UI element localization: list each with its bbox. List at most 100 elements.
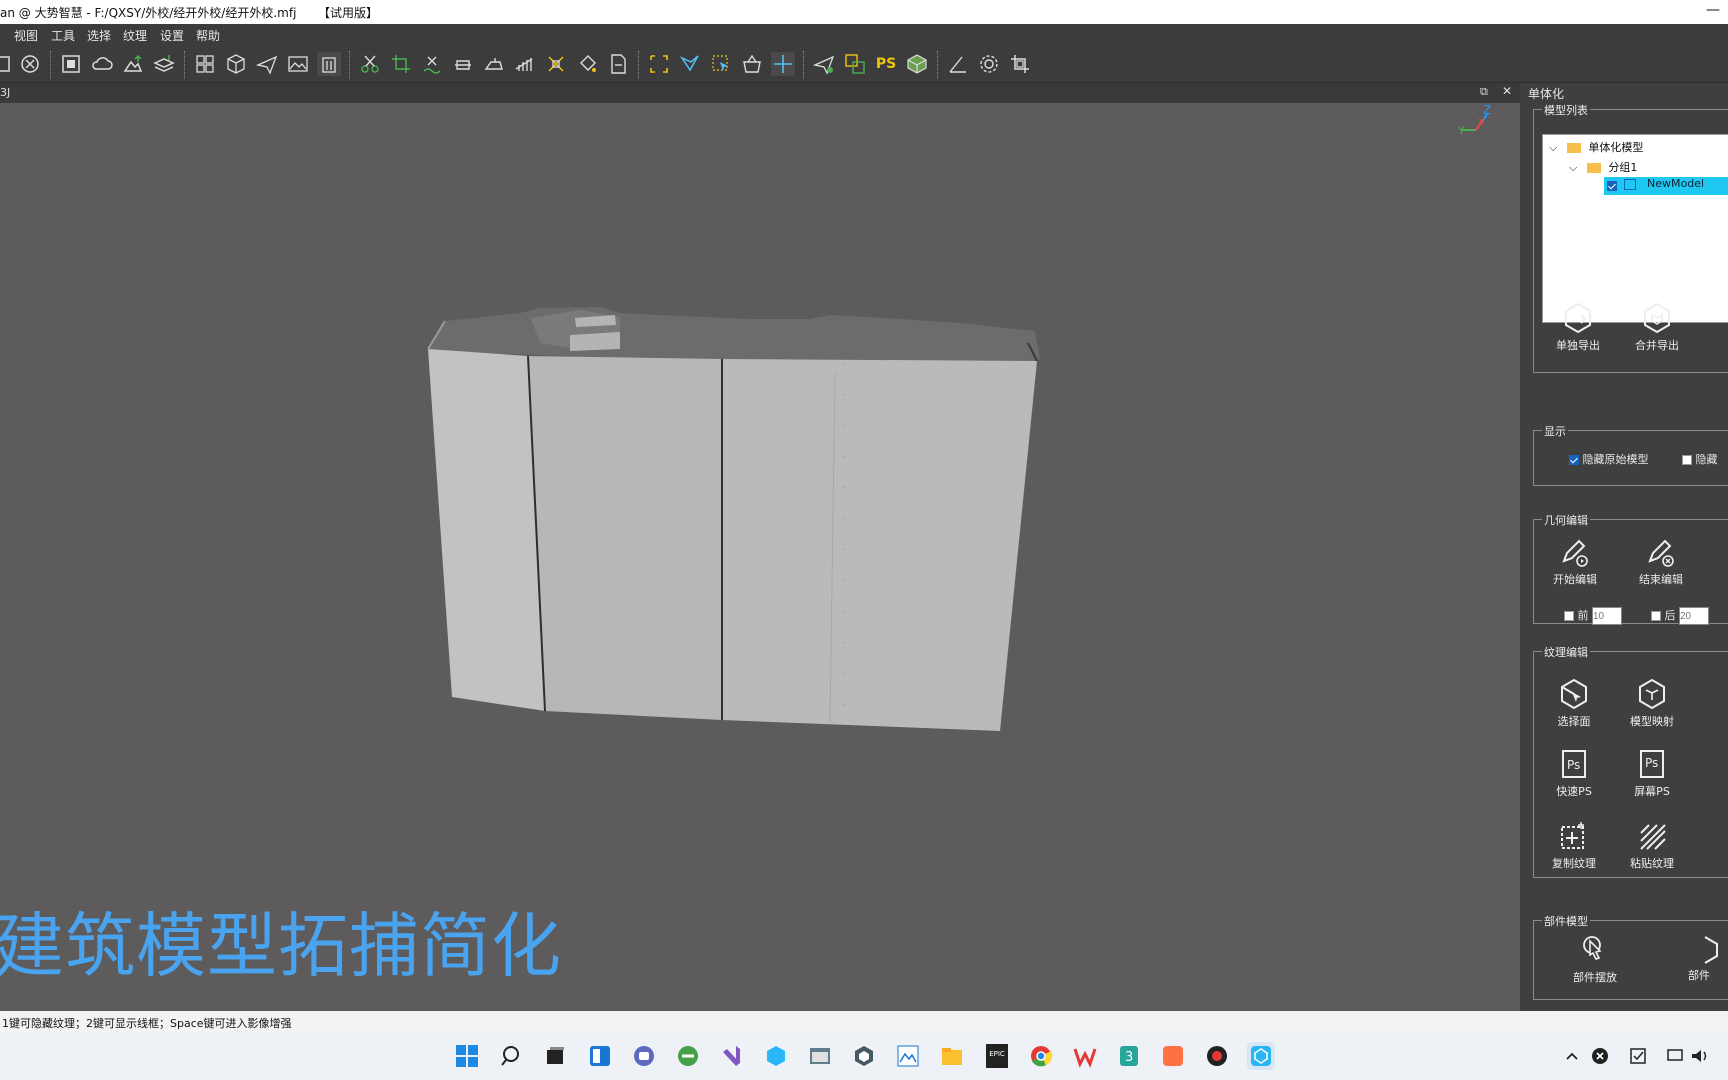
- model-checkbox[interactable]: [1607, 180, 1617, 191]
- chevron-down-icon[interactable]: ⌵: [1549, 141, 1557, 154]
- active-app-icon[interactable]: [1247, 1042, 1275, 1070]
- chevron-down-icon[interactable]: ⌵: [1569, 161, 1577, 174]
- bridge-icon[interactable]: [513, 52, 537, 76]
- select-poly-icon[interactable]: [678, 52, 702, 76]
- parts-other-button[interactable]: 部件: [1688, 933, 1728, 983]
- start-icon[interactable]: [453, 1042, 481, 1070]
- volume-icon[interactable]: [1686, 1042, 1714, 1070]
- status-text: 1键可隐藏纹理；2键可显示线框；Space键可进入影像增强: [2, 1017, 292, 1030]
- wave-cut-icon[interactable]: [420, 52, 444, 76]
- viewport-tab[interactable]: 3J: [0, 86, 10, 99]
- export-doc-icon[interactable]: [606, 52, 630, 76]
- app-chart-icon[interactable]: [894, 1042, 922, 1070]
- 3d-viewport[interactable]: Z Y X: [0, 103, 1520, 1011]
- move-axis-icon[interactable]: [771, 52, 795, 76]
- chat-icon[interactable]: [630, 1042, 658, 1070]
- restore-icon[interactable]: ⧉: [1480, 85, 1488, 99]
- menu-tools[interactable]: 工具: [51, 27, 75, 44]
- tray-chevron-icon[interactable]: [1558, 1042, 1586, 1070]
- tree-root[interactable]: ⌵ 单体化模型: [1549, 139, 1643, 155]
- app-3-icon[interactable]: 3: [1115, 1042, 1143, 1070]
- explorer-icon[interactable]: [938, 1042, 966, 1070]
- layers-icon[interactable]: [152, 52, 176, 76]
- parts-place-button[interactable]: 部件摆放: [1562, 933, 1628, 985]
- menu-settings[interactable]: 设置: [160, 27, 184, 44]
- paste-texture-button[interactable]: 粘贴纹理: [1619, 819, 1685, 871]
- front-option[interactable]: 前: [1564, 607, 1622, 625]
- app-hex-icon[interactable]: [850, 1042, 878, 1070]
- cut-face-icon[interactable]: [544, 52, 568, 76]
- frame-crop-icon[interactable]: [1008, 52, 1032, 76]
- minimize-button[interactable]: —: [1706, 2, 1720, 18]
- tree-group[interactable]: ⌵ 分组1: [1569, 159, 1637, 175]
- menu-view[interactable]: 视图: [14, 27, 38, 44]
- back-input[interactable]: [1679, 607, 1709, 625]
- plane-icon[interactable]: [255, 52, 279, 76]
- close-project-icon[interactable]: [18, 52, 42, 76]
- hide-other-checkbox[interactable]: 隐藏: [1682, 451, 1718, 467]
- svg-text:Ps: Ps: [1645, 756, 1658, 770]
- menu-help[interactable]: 帮助: [196, 27, 220, 44]
- model-tree[interactable]: ⌵ 单体化模型 ⌵ 分组1 NewModel: [1542, 134, 1728, 323]
- start-edit-button[interactable]: 开始编辑: [1542, 535, 1608, 587]
- hide-original-checkbox[interactable]: 隐藏原始模型: [1569, 451, 1649, 467]
- app-window-icon[interactable]: [806, 1042, 834, 1070]
- menu-texture[interactable]: 纹理: [123, 27, 147, 44]
- crop-icon[interactable]: [389, 52, 413, 76]
- quick-ps-button[interactable]: Ps 快速PS: [1541, 747, 1607, 799]
- merge-hex-icon: [1644, 302, 1670, 334]
- wps-icon[interactable]: [1071, 1042, 1099, 1070]
- terrain-up-icon[interactable]: [121, 52, 145, 76]
- box-green-icon[interactable]: [905, 52, 929, 76]
- search-icon[interactable]: [498, 1042, 526, 1070]
- image-icon[interactable]: [286, 52, 310, 76]
- axis-y-label: Y: [1457, 124, 1465, 137]
- building-icon[interactable]: [317, 52, 341, 76]
- visual-studio-icon[interactable]: [718, 1042, 746, 1070]
- screen-ps-button[interactable]: Ps 屏幕PS: [1619, 747, 1685, 799]
- building-model[interactable]: [427, 307, 1040, 731]
- widgets-icon[interactable]: [586, 1042, 614, 1070]
- chrome-icon[interactable]: [1027, 1042, 1055, 1070]
- epic-games-icon[interactable]: EPIC: [983, 1042, 1011, 1070]
- app-orange-icon[interactable]: [1159, 1042, 1187, 1070]
- ps-icon[interactable]: PS: [874, 52, 898, 76]
- model-canvas[interactable]: Z Y X: [0, 103, 1520, 1011]
- copy-texture-button[interactable]: 复制纹理: [1541, 819, 1607, 871]
- scissors-icon[interactable]: [358, 52, 382, 76]
- select-pointer-icon[interactable]: [709, 52, 733, 76]
- basket-icon[interactable]: [740, 52, 764, 76]
- fill-icon[interactable]: [575, 52, 599, 76]
- flatten-icon[interactable]: [451, 52, 475, 76]
- model-map-button[interactable]: 模型映射: [1619, 677, 1685, 729]
- single-export-button[interactable]: 单独导出: [1545, 301, 1611, 353]
- cloud-icon[interactable]: [90, 52, 114, 76]
- back-checkbox[interactable]: [1651, 611, 1661, 621]
- task-view-icon[interactable]: [541, 1042, 569, 1070]
- end-edit-button[interactable]: 结束编辑: [1628, 535, 1694, 587]
- part-box-icon: [1704, 936, 1718, 964]
- close-icon[interactable]: ✕: [1502, 84, 1512, 98]
- record-icon[interactable]: [1203, 1042, 1231, 1070]
- front-checkbox[interactable]: [1564, 611, 1574, 621]
- merge-export-button[interactable]: 合并导出: [1624, 301, 1690, 353]
- angle-icon[interactable]: [946, 52, 970, 76]
- tree-item-newmodel[interactable]: NewModel: [1604, 177, 1728, 195]
- overlap-icon[interactable]: [843, 52, 867, 76]
- tray-check-icon[interactable]: [1624, 1042, 1652, 1070]
- stop-icon[interactable]: [59, 52, 83, 76]
- gear-icon[interactable]: [977, 52, 1001, 76]
- front-input[interactable]: [1592, 607, 1622, 625]
- select-face-button[interactable]: 选择面: [1541, 677, 1607, 729]
- menu-select[interactable]: 选择: [87, 27, 111, 44]
- grid-icon[interactable]: [193, 52, 217, 76]
- app-cube-icon[interactable]: [762, 1042, 790, 1070]
- back-option[interactable]: 后: [1651, 607, 1709, 625]
- edge-icon[interactable]: [674, 1042, 702, 1070]
- plane-edit-icon[interactable]: [812, 52, 836, 76]
- tray-close-icon[interactable]: [1586, 1042, 1614, 1070]
- cube-icon[interactable]: [224, 52, 248, 76]
- open-icon[interactable]: [0, 52, 16, 76]
- select-rect-icon[interactable]: [647, 52, 671, 76]
- iron-icon[interactable]: [482, 52, 506, 76]
